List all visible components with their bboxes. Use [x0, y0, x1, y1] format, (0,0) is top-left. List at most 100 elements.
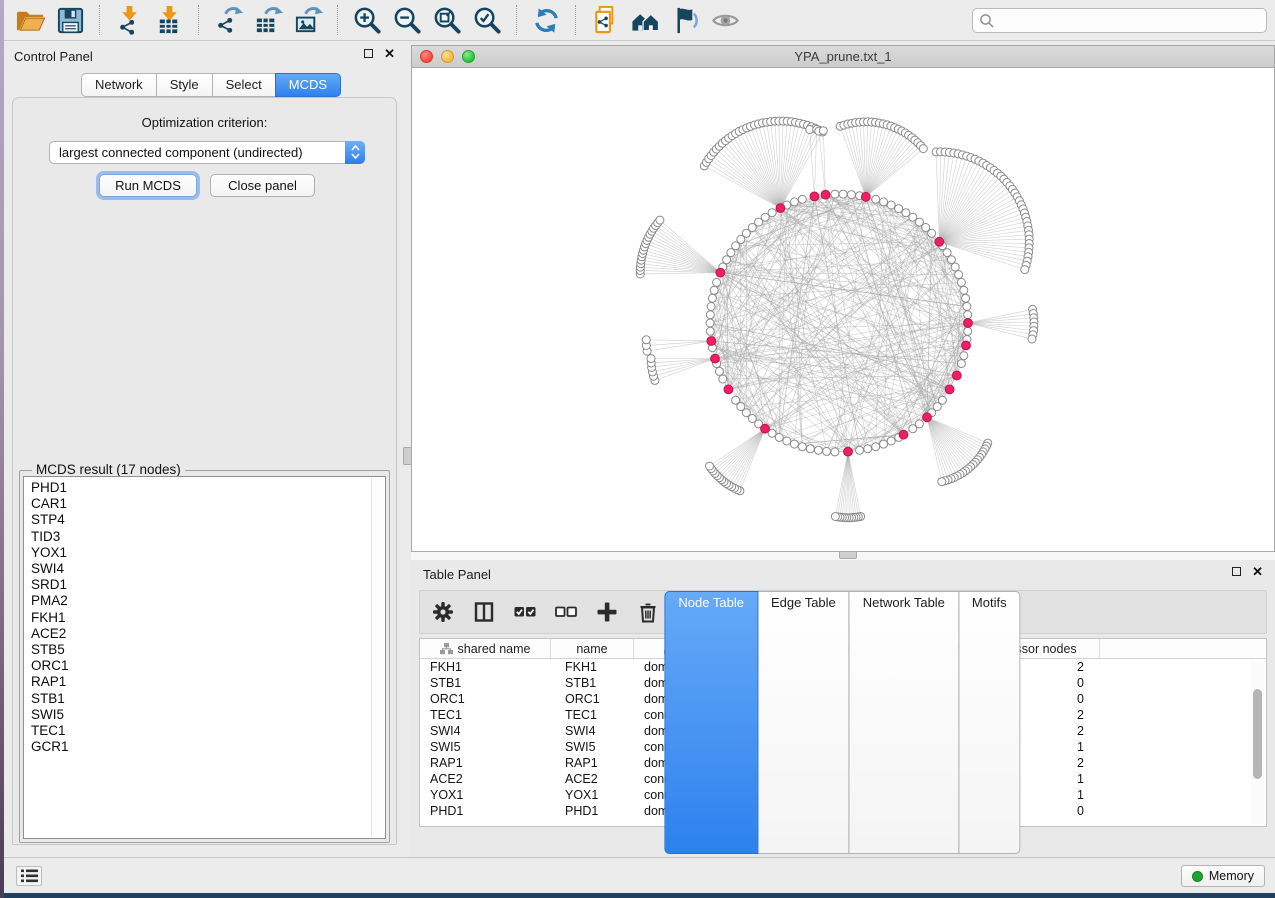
network-canvas[interactable] [412, 68, 1274, 551]
mcds-result-item[interactable]: SWI5 [31, 707, 385, 723]
mcds-result-item[interactable]: SWI4 [31, 561, 385, 577]
optimization-criterion-dropdown[interactable]: largest connected component (undirected) [49, 141, 365, 164]
table-cell[interactable]: STB1 [551, 675, 634, 691]
tab-network-table[interactable]: Network Table [849, 591, 959, 854]
dropdown-selected-value: largest connected component (undirected) [50, 145, 345, 160]
mcds-result-item[interactable]: STB1 [31, 691, 385, 707]
mcds-result-item[interactable]: ORC1 [31, 658, 385, 674]
table-cell[interactable]: PHD1 [420, 803, 551, 819]
tab-node-table[interactable]: Node Table [664, 591, 758, 854]
table-cell[interactable]: RAP1 [420, 755, 551, 771]
zoom-in-button[interactable] [347, 3, 387, 37]
mcds-result-item[interactable]: ACE2 [31, 626, 385, 642]
cytoscape-window: Control Panel ✕ NetworkStyleSelectMCDS O… [4, 0, 1275, 893]
tab-network[interactable]: Network [81, 73, 157, 97]
table-cell[interactable]: PHD1 [551, 803, 634, 819]
mcds-result-list[interactable]: PHD1CAR1STP4TID3YOX1SWI4SRD1PMA2FKH1ACE2… [23, 476, 386, 839]
network-window-titlebar[interactable]: YPA_prune.txt_1 [412, 46, 1274, 68]
table-cell[interactable]: SWI4 [551, 723, 634, 739]
add-column-button[interactable] [594, 598, 620, 626]
table-cell[interactable]: ACE2 [551, 771, 634, 787]
zoom-selected-button[interactable] [467, 3, 507, 37]
table-cell[interactable]: FKH1 [551, 659, 634, 675]
tab-motifs[interactable]: Motifs [958, 591, 1021, 854]
maximize-window-icon[interactable] [462, 50, 475, 63]
mcds-result-item[interactable]: TEC1 [31, 723, 385, 739]
table-cell[interactable]: FKH1 [420, 659, 551, 675]
hide-details-button[interactable] [665, 3, 705, 37]
column-header-name[interactable]: name [551, 639, 634, 658]
tab-style[interactable]: Style [156, 73, 213, 97]
zoom-selected-icon [472, 5, 503, 36]
table-cell[interactable]: ACE2 [420, 771, 551, 787]
zoom-fit-button[interactable] [427, 3, 467, 37]
mcds-result-item[interactable]: CAR1 [31, 496, 385, 512]
tab-select[interactable]: Select [212, 73, 276, 97]
delete-column-button[interactable] [635, 598, 661, 626]
mcds-result-item[interactable]: GCR1 [31, 739, 385, 755]
mcds-result-item[interactable]: STB5 [31, 642, 385, 658]
houses-button[interactable] [625, 3, 665, 37]
export-table-button[interactable] [248, 3, 288, 37]
memory-status-icon [1192, 871, 1203, 882]
mcds-result-item[interactable]: FKH1 [31, 610, 385, 626]
close-table-panel-icon[interactable]: ✕ [1252, 567, 1263, 576]
horizontal-splitter[interactable] [411, 552, 1275, 560]
select-all-button[interactable] [512, 598, 538, 626]
search-input[interactable] [972, 8, 1267, 33]
float-panel-icon[interactable] [364, 49, 373, 58]
zoom-out-button[interactable] [387, 3, 427, 37]
task-history-button[interactable] [16, 866, 42, 886]
mcds-result-item[interactable]: YOX1 [31, 545, 385, 561]
columns-button[interactable] [471, 598, 497, 626]
close-window-icon[interactable] [420, 50, 433, 63]
table-cell[interactable]: SWI4 [420, 723, 551, 739]
minimize-window-icon[interactable] [441, 50, 454, 63]
refresh-icon [531, 5, 562, 36]
memory-button[interactable]: Memory [1181, 865, 1265, 887]
column-header-shared-name[interactable]: shared name [420, 639, 551, 658]
table-scrollbar-thumb[interactable] [1253, 689, 1262, 779]
table-cell[interactable]: SWI5 [420, 739, 551, 755]
control-panel-tabs: NetworkStyleSelectMCDS [82, 73, 341, 97]
tab-edge-table[interactable]: Edge Table [757, 591, 850, 854]
save-button[interactable] [50, 3, 90, 37]
table-tabs: Node TableEdge TableNetwork TableMotifs [665, 591, 1020, 854]
unselect-all-button[interactable] [553, 598, 579, 626]
close-panel-icon[interactable]: ✕ [384, 49, 395, 58]
table-cell[interactable]: STB1 [420, 675, 551, 691]
run-mcds-button[interactable]: Run MCDS [99, 174, 197, 197]
mcds-result-item[interactable]: SRD1 [31, 577, 385, 593]
mcds-result-item[interactable]: PMA2 [31, 593, 385, 609]
gear-button[interactable] [430, 598, 456, 626]
table-cell[interactable]: SWI5 [551, 739, 634, 755]
table-cell[interactable]: RAP1 [551, 755, 634, 771]
mcds-result-item[interactable]: STP4 [31, 512, 385, 528]
toolbar-separator [337, 5, 338, 35]
mcds-list-scrollbar[interactable] [371, 478, 384, 837]
mcds-result-group: MCDS result (17 nodes) PHD1CAR1STP4TID3Y… [19, 470, 390, 843]
table-cell[interactable]: YOX1 [420, 787, 551, 803]
mcds-result-item[interactable]: PHD1 [31, 480, 385, 496]
open-folder-button[interactable] [10, 3, 50, 37]
network-graph[interactable] [412, 68, 1274, 551]
mcds-result-item[interactable]: RAP1 [31, 674, 385, 690]
table-cell[interactable]: TEC1 [551, 707, 634, 723]
import-network-button[interactable] [109, 3, 149, 37]
table-cell[interactable]: ORC1 [551, 691, 634, 707]
export-image-button[interactable] [288, 3, 328, 37]
import-table-button[interactable] [149, 3, 189, 37]
float-table-panel-icon[interactable] [1232, 567, 1241, 576]
close-panel-button[interactable]: Close panel [210, 174, 315, 197]
refresh-button[interactable] [526, 3, 566, 37]
table-scrollbar[interactable] [1251, 661, 1264, 824]
eye-button [705, 3, 745, 37]
tab-mcds[interactable]: MCDS [275, 73, 341, 97]
optimization-criterion-label: Optimization criterion: [13, 115, 396, 130]
table-cell[interactable]: ORC1 [420, 691, 551, 707]
table-cell[interactable]: YOX1 [551, 787, 634, 803]
table-cell[interactable]: TEC1 [420, 707, 551, 723]
share-document-button[interactable] [585, 3, 625, 37]
mcds-result-item[interactable]: TID3 [31, 529, 385, 545]
export-network-button[interactable] [208, 3, 248, 37]
